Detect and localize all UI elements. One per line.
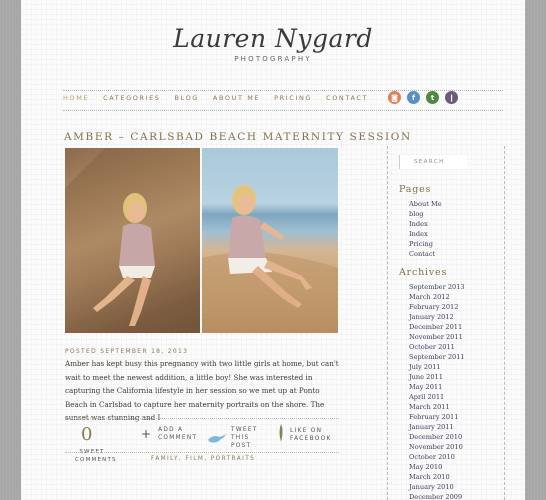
archive-link[interactable]: March 2010 xyxy=(409,472,465,482)
archive-link[interactable]: June 2011 xyxy=(409,372,465,382)
archive-link[interactable]: January 2011 xyxy=(409,422,465,432)
post-photo-2[interactable] xyxy=(202,148,338,333)
archive-link[interactable]: November 2010 xyxy=(409,442,465,452)
archive-link[interactable]: October 2011 xyxy=(409,342,465,352)
like-label: LIKE ON FACEBOOK xyxy=(290,428,332,442)
main-nav: HOME CATEGORIES BLOG ABOUT ME PRICING CO… xyxy=(63,94,382,102)
post-body: Amber has kept busy this pregnancy with … xyxy=(65,359,339,422)
nav-contact[interactable]: CONTACT xyxy=(326,94,368,102)
search-input[interactable]: SEARCH xyxy=(399,155,467,169)
plus-icon: + xyxy=(141,427,152,441)
archive-link[interactable]: April 2011 xyxy=(409,392,465,402)
nav-pricing[interactable]: PRICING xyxy=(274,94,312,102)
page: Lauren Nygard PHOTOGRAPHY HOME CATEGORIE… xyxy=(21,0,525,500)
nav-home[interactable]: HOME xyxy=(63,94,89,102)
twitter-bird-icon xyxy=(207,429,227,448)
archive-link[interactable]: January 2010 xyxy=(409,482,465,492)
page-link-index-2[interactable]: Index xyxy=(409,229,442,239)
archive-link[interactable]: January 2012 xyxy=(409,312,465,322)
comments-label: SWEET COMMENTS xyxy=(75,449,117,463)
logo-name: Lauren Nygard xyxy=(173,24,373,53)
add-comment-button[interactable]: + ADD A COMMENT xyxy=(141,426,198,442)
archive-link[interactable]: December 2011 xyxy=(409,322,465,332)
archive-link[interactable]: November 2011 xyxy=(409,332,465,342)
archive-link[interactable]: December 2009 xyxy=(409,492,465,500)
site-logo[interactable]: Lauren Nygard PHOTOGRAPHY xyxy=(21,24,525,63)
nav-categories[interactable]: CATEGORIES xyxy=(103,94,160,102)
archive-link[interactable]: May 2011 xyxy=(409,382,465,392)
archive-link[interactable]: February 2012 xyxy=(409,302,465,312)
actions-bottom-rule xyxy=(65,452,339,453)
nav-about[interactable]: ABOUT ME xyxy=(213,94,260,102)
post-tags[interactable]: FAMILY, FILM, PORTRAITS xyxy=(151,456,255,462)
instagram-icon[interactable]: ◙ xyxy=(388,91,401,104)
archives-heading: Archives xyxy=(399,267,448,278)
archive-link[interactable]: February 2011 xyxy=(409,412,465,422)
archive-link[interactable]: July 2011 xyxy=(409,362,465,372)
post-photo-1[interactable] xyxy=(65,148,200,333)
photo-1-figure xyxy=(65,148,200,333)
archive-link[interactable]: September 2013 xyxy=(409,282,465,292)
archives-list: September 2013 March 2012 February 2012 Jan… xyxy=(409,282,465,500)
tweet-button[interactable]: TWEET THIS POST xyxy=(207,426,265,450)
nav-bottom-rule xyxy=(63,110,503,111)
archive-link[interactable]: September 2011 xyxy=(409,352,465,362)
page-link-about[interactable]: About Me xyxy=(409,199,442,209)
feather-icon xyxy=(278,424,284,446)
page-link-index[interactable]: Index xyxy=(409,219,442,229)
nav-blog[interactable]: BLOG xyxy=(175,94,199,102)
archive-link[interactable]: March 2012 xyxy=(409,292,465,302)
page-link-pricing[interactable]: Pricing xyxy=(409,239,442,249)
tweet-label: TWEET THIS POST xyxy=(231,427,258,449)
facebook-like-button[interactable]: LIKE ON FACEBOOK xyxy=(278,424,330,446)
archive-link[interactable]: October 2010 xyxy=(409,452,465,462)
actions-top-rule xyxy=(65,418,339,419)
archive-link[interactable]: December 2010 xyxy=(409,432,465,442)
twitter-icon[interactable]: t xyxy=(426,91,439,104)
facebook-icon[interactable]: f xyxy=(407,91,420,104)
post-meta: POSTED SEPTEMBER 18, 2013 xyxy=(65,348,189,355)
page-link-blog[interactable]: blog xyxy=(409,209,442,219)
rss-icon[interactable]: ❙ xyxy=(445,91,458,104)
add-comment-label: ADD A COMMENT xyxy=(158,427,198,441)
pages-list: About Me blog Index Index Pricing Contac… xyxy=(409,199,442,259)
comments-count[interactable]: 0 xyxy=(81,424,92,445)
pages-heading: Pages xyxy=(399,184,432,195)
logo-tagline: PHOTOGRAPHY xyxy=(234,55,312,63)
post-title[interactable]: AMBER – CARLSBAD BEACH MATERNITY SESSION xyxy=(64,131,412,143)
archive-link[interactable]: March 2011 xyxy=(409,402,465,412)
photo-2-figure xyxy=(202,185,338,333)
sidebar: SEARCH Pages About Me blog Index Index P… xyxy=(387,146,505,500)
social-icons: ◙ f t ❙ xyxy=(388,91,458,104)
page-link-contact[interactable]: Contact xyxy=(409,249,442,259)
archive-link[interactable]: May 2010 xyxy=(409,462,465,472)
